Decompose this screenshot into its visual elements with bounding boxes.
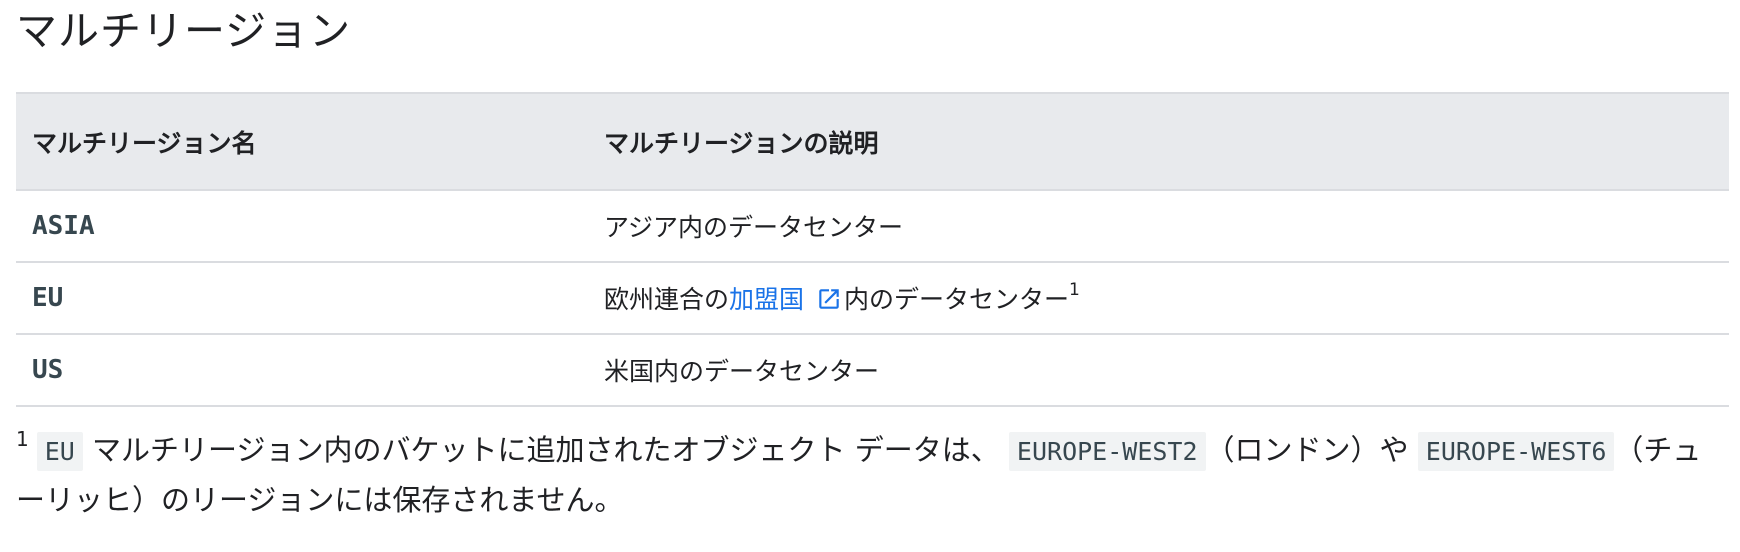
member-states-link[interactable]: 加盟国 bbox=[729, 285, 844, 314]
footnote-ref: 1 bbox=[1069, 280, 1080, 300]
page-title: マルチリージョン bbox=[16, 7, 352, 55]
member-states-link-text[interactable]: 加盟国 bbox=[729, 285, 804, 314]
description-suffix: 内のデータセンター bbox=[844, 285, 1070, 314]
code-eu: EU bbox=[36, 432, 83, 471]
external-link-icon[interactable] bbox=[816, 286, 842, 312]
region-code-asia: ASIA bbox=[32, 211, 95, 241]
column-header-description: マルチリージョンの説明 bbox=[588, 92, 1729, 191]
region-description-cell: 米国内のデータセンター bbox=[588, 334, 1729, 407]
code-europe-west2: EUROPE-WEST2 bbox=[1008, 432, 1206, 471]
code-europe-west6: EUROPE-WEST6 bbox=[1417, 432, 1615, 471]
region-name-cell: EU bbox=[16, 262, 588, 335]
footnote-number: 1 bbox=[16, 427, 29, 451]
table-row: EU 欧州連合の加盟国 内のデータセンター1 bbox=[16, 262, 1729, 335]
table-row: ASIA アジア内のデータセンター bbox=[16, 190, 1729, 263]
region-name-cell: ASIA bbox=[16, 190, 588, 263]
region-code-us: US bbox=[32, 355, 64, 385]
footnote-text-1: マルチリージョン内のバケットに追加されたオブジェクト データは、 bbox=[82, 433, 1000, 467]
region-code-eu: EU bbox=[32, 283, 64, 313]
page-content: マルチリージョン マルチリージョン名 マルチリージョンの説明 ASIA アジア内… bbox=[16, 0, 1729, 407]
region-description-cell: アジア内のデータセンター bbox=[588, 190, 1729, 263]
table-header-row: マルチリージョン名 マルチリージョンの説明 bbox=[16, 92, 1729, 191]
region-name-cell: US bbox=[16, 334, 588, 407]
table-row: US 米国内のデータセンター bbox=[16, 334, 1729, 407]
description-prefix: 欧州連合の bbox=[604, 285, 730, 314]
multi-region-table: マルチリージョン名 マルチリージョンの説明 ASIA アジア内のデータセンター … bbox=[16, 92, 1729, 407]
footnote-text-2: （ロンドン）や bbox=[1205, 433, 1409, 467]
footnote: 1 EU マルチリージョン内のバケットに追加されたオブジェクト データは、 EUR… bbox=[16, 426, 1716, 524]
region-description-cell: 欧州連合の加盟国 内のデータセンター1 bbox=[588, 262, 1729, 335]
column-header-name: マルチリージョン名 bbox=[16, 92, 588, 191]
